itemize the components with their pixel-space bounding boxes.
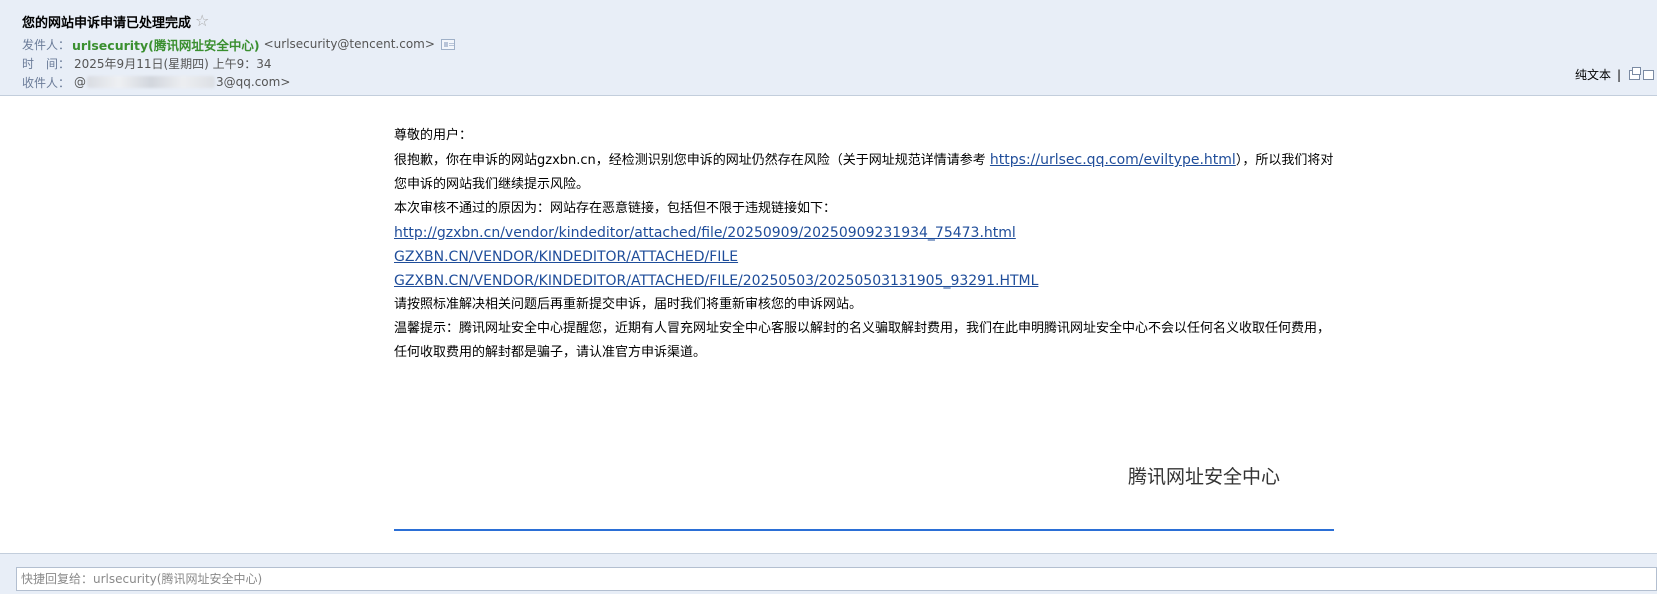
body-paragraph-1: 很抱歉，你在申诉的网站gzxbn.cn，经检测识别您申诉的网址仍然存在风险（关于… bbox=[394, 148, 1334, 197]
resubmit-text: 请按照标准解决相关问题后再重新提交申诉，届时我们将重新审核您的申诉网站。 bbox=[394, 297, 863, 312]
recipient-prefix: @ bbox=[74, 75, 87, 89]
contact-card-icon[interactable] bbox=[440, 38, 455, 50]
time-row: 时 间： 2025年9月11日(星期四) 上午9：34 bbox=[22, 54, 272, 72]
signature-divider bbox=[394, 529, 1334, 531]
from-label: 发件人： bbox=[22, 37, 71, 52]
open-new-window-icon[interactable] bbox=[1629, 66, 1641, 80]
plain-text-link[interactable]: 纯文本 bbox=[1575, 66, 1611, 83]
violation-link-3[interactable]: GZXBN.CN/VENDOR/KINDEDITOR/ATTACHED/FILE… bbox=[394, 273, 1038, 289]
sender-email: <urlsecurity@tencent.com> bbox=[263, 37, 435, 51]
tools-separator: | bbox=[1616, 67, 1621, 82]
signature: 腾讯网址安全中心 bbox=[1128, 466, 1281, 488]
to-row: 收件人： @ 3@qq.com> bbox=[22, 73, 290, 91]
email-subject: 您的网站申诉申请已处理完成 bbox=[22, 15, 192, 31]
reason-text: 本次审核不通过的原因为：网站存在恶意链接，包括但不限于违规链接如下： bbox=[394, 201, 837, 216]
greeting: 尊敬的用户： bbox=[394, 128, 473, 143]
header-tools: 纯文本 | bbox=[1575, 66, 1657, 83]
maximize-icon[interactable] bbox=[1643, 69, 1654, 80]
sender-name[interactable]: urlsecurity(腾讯网址安全中心) bbox=[72, 35, 260, 54]
violation-link-2[interactable]: GZXBN.CN/VENDOR/KINDEDITOR/ATTACHED/FILE bbox=[394, 249, 738, 265]
eviltype-link[interactable]: https://urlsec.qq.com/eviltype.html bbox=[990, 152, 1236, 168]
time-label: 时 间： bbox=[22, 56, 71, 71]
para1-text-a: 很抱歉，你在申诉的网站gzxbn.cn，经检测识别您申诉的网址仍然存在风险（关于… bbox=[394, 153, 990, 168]
email-header: 您的网站申诉申请已处理完成 ☆ 发件人： urlsecurity(腾讯网址安全中… bbox=[0, 0, 1657, 96]
from-row: 发件人： urlsecurity(腾讯网址安全中心) <urlsecurity@… bbox=[22, 35, 455, 53]
star-icon[interactable]: ☆ bbox=[195, 13, 209, 29]
violation-link-1[interactable]: http://gzxbn.cn/vendor/kindeditor/attach… bbox=[394, 225, 1016, 241]
footer-bar bbox=[0, 553, 1657, 594]
time-value: 2025年9月11日(星期四) 上午9：34 bbox=[74, 56, 272, 71]
redacted-recipient bbox=[87, 76, 216, 88]
subject-row: 您的网站申诉申请已处理完成 ☆ bbox=[22, 11, 209, 31]
email-body: 尊敬的用户： 很抱歉，你在申诉的网站gzxbn.cn，经检测识别您申诉的网址仍然… bbox=[394, 124, 1334, 365]
to-label: 收件人： bbox=[22, 75, 71, 90]
warning-text: 温馨提示：腾讯网址安全中心提醒您，近期有人冒充网址安全中心客服以解封的名义骗取解… bbox=[394, 321, 1331, 360]
recipient-suffix: 3@qq.com> bbox=[216, 75, 291, 89]
quick-reply-input[interactable] bbox=[16, 567, 1657, 591]
